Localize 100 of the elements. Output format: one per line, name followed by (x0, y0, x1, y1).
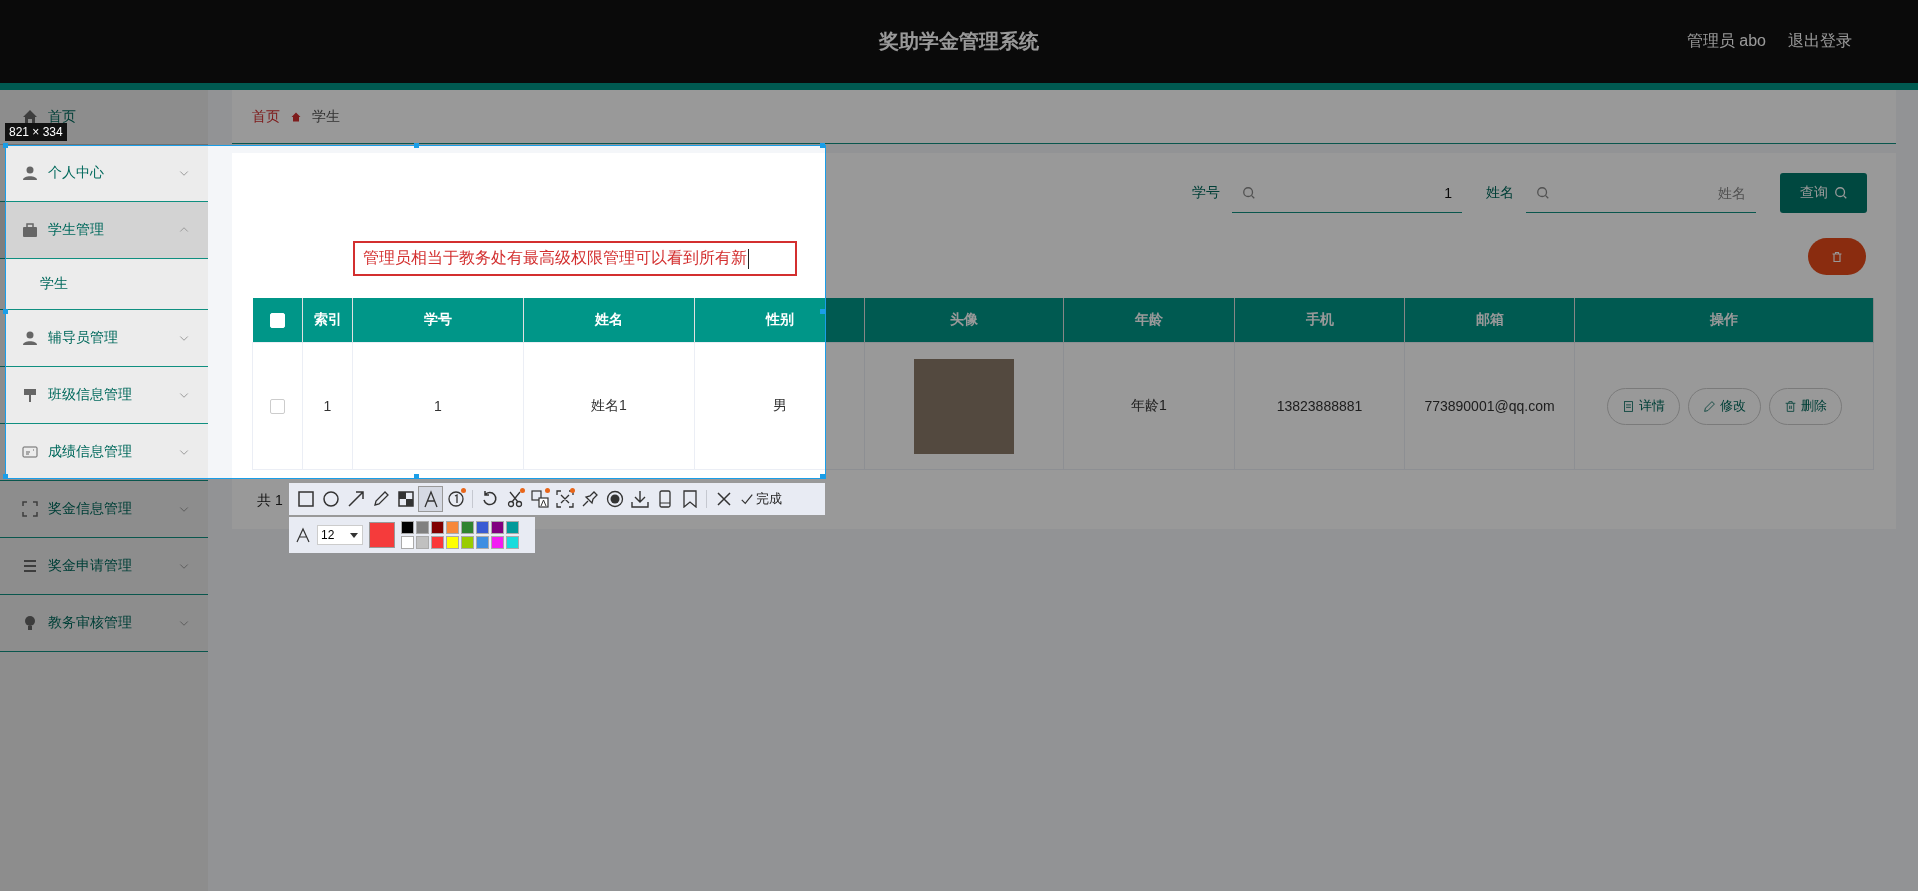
search-icon (1536, 186, 1550, 200)
table-cell: 1 (302, 342, 353, 470)
color-swatch[interactable] (506, 521, 519, 534)
font-size-dropdown[interactable]: 12 (317, 525, 363, 545)
column-header: 索引 (302, 298, 353, 343)
column-header: 手机 (1234, 298, 1405, 343)
person-icon (22, 165, 38, 181)
color-swatch[interactable] (431, 536, 444, 549)
table-cell: 1 (352, 342, 524, 470)
mosaic-icon (396, 490, 415, 508)
column-header: 年龄 (1063, 298, 1235, 343)
color-swatch[interactable] (461, 521, 474, 534)
numbered-circle-icon (446, 490, 465, 508)
app-title: 奖助学金管理系统 (879, 30, 1039, 52)
column-header: 邮箱 (1404, 298, 1575, 343)
color-swatch[interactable] (446, 521, 459, 534)
annotation-text-box[interactable]: 管理员相当于教务处有最高级权限管理可以看到所有新 (353, 241, 797, 276)
undo-icon (480, 490, 499, 508)
field-label: 姓名 (1486, 184, 1514, 202)
list-icon (22, 558, 38, 574)
scissors-icon (505, 490, 524, 508)
column-header: 学号 (352, 298, 524, 343)
breadcrumb-link[interactable]: 首页 (252, 107, 280, 126)
sidebar-item[interactable]: 成绩信息管理 (0, 424, 208, 481)
color-swatch[interactable] (491, 536, 504, 549)
card-icon (22, 444, 38, 460)
bookmark-icon (680, 490, 699, 508)
color-swatch[interactable] (401, 536, 414, 549)
column-header: 姓名 (523, 298, 695, 343)
pagination-total: 共 1 (257, 492, 283, 508)
edit-button[interactable]: 修改 (1687, 387, 1761, 425)
trash-icon (1831, 250, 1843, 263)
resize-handle[interactable] (820, 474, 825, 479)
table-cell: 年龄1 (1063, 342, 1235, 470)
document-icon (1621, 399, 1635, 413)
search-icon (1242, 186, 1256, 200)
color-swatch[interactable] (416, 536, 429, 549)
sidebar-item[interactable]: 辅导员管理 (0, 310, 208, 367)
row-checkbox[interactable] (270, 398, 285, 414)
sidebar-item[interactable]: 学生管理 (0, 202, 208, 259)
sidebar-item[interactable]: 奖金申请管理 (0, 538, 208, 595)
close-icon (714, 490, 733, 508)
frame-icon (22, 501, 38, 517)
record-icon (605, 490, 624, 508)
done-button[interactable]: 完成 (738, 490, 784, 508)
resize-handle[interactable] (820, 143, 825, 148)
breadcrumb-link[interactable]: 学生 (312, 107, 340, 126)
color-swatch[interactable] (476, 536, 489, 549)
color-swatch[interactable] (506, 536, 519, 549)
arrow-icon (346, 490, 365, 508)
trash-icon (1783, 399, 1797, 413)
table-cell: 13823888881 (1234, 342, 1405, 470)
translate-icon (530, 490, 549, 508)
sidebar-item[interactable]: 班级信息管理 (0, 367, 208, 424)
field-label: 学号 (1192, 184, 1220, 202)
person-icon (22, 330, 38, 346)
caret-icon (349, 531, 359, 539)
pencil-icon (1702, 399, 1716, 413)
sidebar-item[interactable]: 教务审核管理 (0, 595, 208, 652)
current-color-swatch (369, 522, 395, 548)
size-label: 821 × 334 (5, 123, 67, 141)
color-swatch[interactable] (416, 521, 429, 534)
resize-handle[interactable] (3, 143, 8, 148)
scan-text-icon (555, 490, 574, 508)
signpost-icon (22, 387, 38, 403)
delete-button[interactable]: 删除 (1768, 387, 1842, 425)
color-swatch[interactable] (401, 521, 414, 534)
tool-button[interactable] (418, 486, 443, 512)
download-icon (630, 490, 649, 508)
table-cell: 773890001@qq.com (1404, 342, 1575, 470)
color-swatch[interactable] (461, 536, 474, 549)
color-swatch[interactable] (431, 521, 444, 534)
color-swatch[interactable] (476, 521, 489, 534)
delete-button[interactable] (1808, 238, 1866, 275)
select-all-checkbox[interactable] (269, 312, 285, 328)
text-icon (421, 490, 440, 508)
resize-handle[interactable] (3, 309, 8, 314)
resize-handle[interactable] (414, 474, 419, 479)
resize-handle[interactable] (3, 474, 8, 479)
logout-link[interactable]: 退出登录 (1788, 31, 1852, 52)
briefcase-icon (22, 222, 38, 238)
sidebar-item[interactable]: 奖金信息管理 (0, 481, 208, 538)
table-cell: 男 (694, 342, 865, 470)
home-icon (290, 110, 302, 123)
resize-handle[interactable] (414, 143, 419, 148)
detail-button[interactable]: 详情 (1606, 387, 1680, 425)
table-cell: 姓名1 (523, 342, 695, 470)
color-swatch[interactable] (446, 536, 459, 549)
color-swatch[interactable] (491, 521, 504, 534)
rectangle-icon (296, 490, 315, 508)
search-icon (1833, 186, 1848, 200)
column-header: 头像 (864, 298, 1064, 343)
sidebar-subitem[interactable]: 学生 (0, 259, 208, 310)
pin-icon (580, 490, 599, 508)
home-icon (22, 109, 38, 125)
resize-handle[interactable] (820, 309, 825, 314)
query-button[interactable]: 查询 (1780, 173, 1867, 213)
pencil-icon (371, 490, 390, 508)
column-header: 性别 (694, 298, 865, 343)
bulb-icon (22, 615, 38, 631)
